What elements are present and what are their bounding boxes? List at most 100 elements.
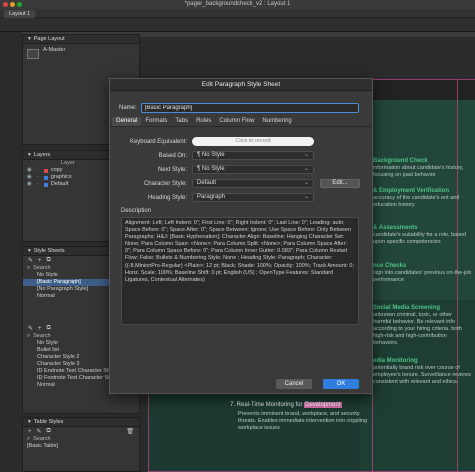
doc-body: accuracy of the candidate's ent and educ… [373, 195, 460, 208]
name-row: Name: [119, 103, 359, 113]
tab-rules[interactable]: Rules [192, 117, 215, 126]
window-controls[interactable] [3, 2, 22, 7]
add-icon[interactable]: + [28, 429, 32, 435]
based-on-label: Based On: [158, 152, 187, 159]
collapse-icon[interactable]: ▾ [28, 35, 31, 44]
duplicate-icon[interactable]: ⧉ [47, 257, 51, 264]
doc-item: Background Check information about candi… [373, 158, 473, 179]
eye-icon[interactable]: ◉ [27, 174, 32, 181]
tab-numbering[interactable]: Numbering [258, 117, 295, 126]
delete-icon[interactable]: 🗑 [126, 428, 134, 435]
table-styles-header[interactable]: ▾ Table Styles [23, 418, 139, 427]
doc-body: candidate's suitability for a role, base… [373, 232, 467, 245]
heading-style-row: Heading Style: Paragraph ⌄ [110, 193, 314, 202]
cancel-button[interactable]: Cancel [276, 379, 312, 389]
minimize-window-icon[interactable] [10, 2, 15, 7]
lock-icon[interactable]: · [35, 181, 41, 188]
duplicate-icon[interactable]: ⧉ [47, 325, 51, 332]
layer-name: Default [50, 181, 69, 187]
dropdown-value: Paragraph [197, 194, 226, 200]
table-style-item[interactable]: [Basic Table] [23, 443, 139, 450]
style-name: Bullet list [37, 347, 60, 353]
style-name: Normal [37, 293, 55, 299]
toolbar [0, 18, 475, 32]
next-style-row: Next Style: ¶ No Style ⌄ [110, 165, 314, 174]
search-label: Search [33, 333, 51, 339]
heading-style-label: Heading Style: [147, 194, 187, 201]
name-label: Name: [119, 105, 137, 111]
keyboard-shortcut-field[interactable]: Click to record [192, 137, 314, 146]
close-window-icon[interactable] [3, 2, 8, 7]
collapse-icon[interactable]: ▾ [28, 247, 31, 256]
style-name: Normal [37, 382, 55, 388]
collapse-icon[interactable]: ▾ [28, 151, 31, 160]
edit-paragraph-style-dialog: Edit Paragraph Style Sheet Name: General… [109, 78, 373, 394]
doc-highlight-word: Development [304, 402, 342, 408]
doc-item: nce Checks sign into candidates' previou… [373, 263, 473, 284]
search-icon: ⌕ [27, 265, 31, 271]
next-style-dropdown[interactable]: ¶ No Style ⌄ [192, 165, 314, 174]
chevron-down-icon: ⌄ [303, 180, 309, 186]
layer-color-swatch [43, 168, 48, 173]
zoom-window-icon[interactable] [17, 2, 22, 7]
chevron-down-icon: ⌄ [303, 194, 309, 200]
keyboard-label: Keyboard Equivalent: [129, 138, 187, 145]
document-tabbar: Layout 1 [0, 9, 475, 18]
dropdown-value: Default [197, 180, 217, 186]
panel-title: Table Styles [33, 418, 64, 425]
style-name: [No Paragraph Style] [37, 286, 89, 292]
master-page-item[interactable]: A-Master [23, 47, 139, 54]
dropdown-value: No Style [201, 166, 225, 172]
style-name: Character Style 2 [37, 354, 80, 360]
layer-name: graphics [50, 174, 72, 180]
dropdown-value: No Style [201, 152, 225, 158]
edit-icon[interactable]: ✎ [37, 428, 42, 435]
character-style-label: Character Style: [143, 180, 187, 187]
document-tab[interactable]: Layout 1 [4, 10, 36, 18]
window-titlebar: *pager_backgroundcheck_v2 : Layout 1 [0, 0, 475, 9]
next-style-label: Next Style: [157, 166, 187, 173]
lock-icon[interactable]: · [35, 167, 41, 174]
doc-highlight-prefix: 7. Real-Time Monitoring for [230, 402, 305, 408]
style-name: Character Style 3 [37, 361, 80, 367]
panel-title: Page Layout [33, 35, 65, 42]
add-icon[interactable]: + [38, 258, 42, 264]
character-style-dropdown[interactable]: Default ⌄ [192, 179, 314, 188]
tab-formats[interactable]: Formats [141, 117, 171, 126]
table-style-search[interactable]: ⌕ Search [23, 436, 139, 443]
doc-body: potentially brand risk over course of em… [373, 365, 471, 385]
edit-icon[interactable]: ✎ [28, 325, 33, 332]
layer-color-swatch [43, 182, 48, 187]
duplicate-icon[interactable]: ⧉ [47, 428, 51, 435]
based-on-dropdown[interactable]: ¶ No Style ⌄ [192, 151, 314, 160]
style-name: ID Endnote Text Character Style [37, 368, 116, 374]
tab-column-flow[interactable]: Column Flow [215, 117, 258, 126]
eye-icon[interactable]: ◉ [27, 167, 32, 174]
character-style-row: Character Style: Default ⌄ Edit... [110, 179, 360, 188]
page-layout-header[interactable]: ▾ Page Layout [23, 35, 139, 44]
style-name: No Style [37, 272, 58, 278]
tab-tabs[interactable]: Tabs [171, 117, 192, 126]
heading-style-dropdown[interactable]: Paragraph ⌄ [192, 193, 314, 202]
ok-button[interactable]: OK [323, 379, 359, 389]
tab-general[interactable]: General [112, 117, 142, 126]
table-style-toolbar: + ✎ ⧉ 🗑 [23, 427, 139, 436]
lock-icon[interactable]: · [35, 174, 41, 181]
doc-bottom-body: Prevents imminent brand, workplace, and … [238, 411, 368, 431]
style-name: ID Footnote Text Character Style [37, 375, 117, 381]
eye-icon[interactable]: ◉ [27, 181, 32, 188]
doc-highlight-heading: 7. Real-Time Monitoring for Development [230, 402, 342, 408]
doc-heading: & Assessments [373, 225, 418, 231]
style-name: [Basic Table] [27, 443, 59, 449]
edit-character-style-button[interactable]: Edit... [320, 179, 360, 188]
collapse-icon[interactable]: ▾ [28, 418, 31, 427]
description-text: Alignment: Left; Left Indent: 0"; First … [121, 217, 359, 325]
doc-heading: Background Check [373, 158, 428, 164]
master-page-thumbnail[interactable] [27, 49, 39, 59]
edit-icon[interactable]: ✎ [28, 257, 33, 264]
style-name-input[interactable] [140, 103, 359, 113]
doc-heading: edia Monitoring [373, 358, 418, 364]
search-icon: ⌕ [27, 436, 31, 442]
add-icon[interactable]: + [38, 326, 42, 332]
doc-item: edia Monitoring potentially brand risk o… [373, 358, 471, 386]
